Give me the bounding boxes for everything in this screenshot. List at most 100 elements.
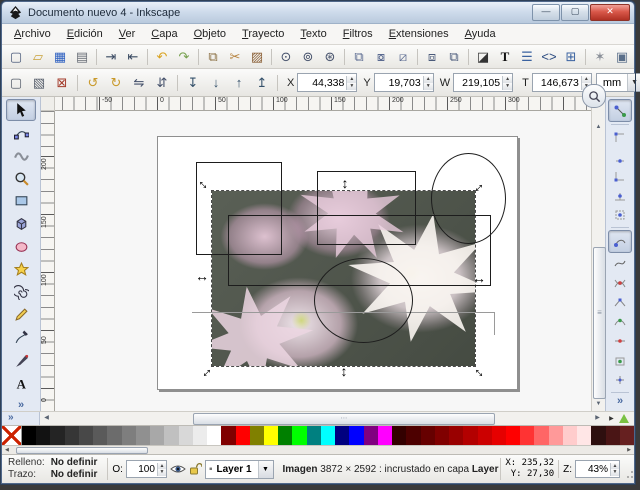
snap-bbox-corners-button[interactable] <box>608 166 632 186</box>
tool-rectangle[interactable] <box>6 190 36 212</box>
palette-swatch[interactable] <box>78 426 94 445</box>
tools-overflow-chevron[interactable]: » <box>18 399 24 411</box>
palette-swatch[interactable] <box>263 426 279 445</box>
layers-dialog-button[interactable]: ☰ <box>516 46 538 67</box>
horizontal-scrollbar[interactable]: ⋯ <box>53 412 591 425</box>
tool-tweak[interactable] <box>6 145 36 167</box>
layer-lock-icon[interactable] <box>189 462 202 476</box>
palette-scrollbar[interactable]: ◀ ▶ <box>2 445 634 454</box>
canvas[interactable]: ↔ ↕ ↔ ↔ ↔ ↔ ↕ ↔ <box>55 111 591 411</box>
tool-selector[interactable] <box>6 99 36 121</box>
palette-swatch[interactable] <box>278 426 293 445</box>
zoom-page-button[interactable]: ⊛ <box>319 46 341 67</box>
x-field[interactable]: 44,338 ▲ ▼ <box>297 73 358 92</box>
snap-bbox-centers-button[interactable] <box>608 205 632 225</box>
paste-button[interactable]: ▨ <box>246 46 268 67</box>
palette-swatch[interactable] <box>363 426 378 445</box>
snap-bbox-edges-button[interactable] <box>608 147 632 167</box>
palette-scroll-right-icon[interactable]: ▶ <box>609 415 614 422</box>
snap-bbox-button[interactable] <box>608 127 632 147</box>
palette-swatch[interactable] <box>406 426 421 445</box>
tool-calligraphy[interactable] <box>6 349 36 371</box>
tool-box-3d[interactable] <box>6 213 36 235</box>
tool-zoom[interactable] <box>6 167 36 189</box>
palette-swatch[interactable] <box>64 426 79 445</box>
snap-object-centers-button[interactable] <box>608 351 632 371</box>
guide-line-vertical[interactable] <box>494 312 495 335</box>
open-document-button[interactable]: ▱ <box>27 46 49 67</box>
zoom-selection-button[interactable]: ⊙ <box>275 46 297 67</box>
cut-button[interactable]: ✂ <box>224 46 246 67</box>
palette-swatch[interactable] <box>377 426 393 445</box>
palette-swatch[interactable] <box>320 426 336 445</box>
deselect-button[interactable]: ⊠ <box>51 72 73 93</box>
palette-swatch[interactable] <box>335 426 350 445</box>
scroll-right-arrow[interactable]: ▶ <box>591 412 604 425</box>
snap-smooth-nodes-button[interactable] <box>608 312 632 332</box>
drawn-ellipse[interactable] <box>431 153 506 244</box>
palette-swatch[interactable] <box>306 426 321 445</box>
lower-to-bottom-button[interactable]: ↧ <box>182 72 204 93</box>
zoom-corner-button[interactable] <box>582 84 606 108</box>
snap-path-intersections-button[interactable] <box>608 273 632 293</box>
palette-swatch[interactable] <box>392 426 407 445</box>
palette-swatch[interactable] <box>434 426 450 445</box>
export-button[interactable]: ⇤ <box>122 46 144 67</box>
palette-swatch[interactable] <box>178 426 193 445</box>
snap-line-midpoints-button[interactable] <box>608 331 632 351</box>
scroll-left-arrow[interactable]: ◀ <box>40 412 53 425</box>
width-field[interactable]: 219,105 ▲ ▼ <box>453 73 514 92</box>
fill-stroke-indicator[interactable]: Relleno: No definir Trazo: No definir <box>2 457 103 481</box>
snap-rotation-centers-button[interactable] <box>608 370 632 390</box>
rotate-ccw-button[interactable]: ↺ <box>82 72 104 93</box>
menu-edición[interactable]: Edición <box>59 26 111 42</box>
xml-editor-button[interactable]: <> <box>538 46 560 67</box>
group-button[interactable]: ⧈ <box>421 46 443 67</box>
menu-ver[interactable]: Ver <box>111 26 144 42</box>
palette-swatch[interactable] <box>562 426 578 445</box>
palette-scroll-left-arrow[interactable]: ◀ <box>5 446 9 454</box>
clone-button[interactable]: ⧇ <box>370 46 392 67</box>
palette-menu-icon[interactable] <box>618 414 629 423</box>
import-button[interactable]: ⇥ <box>100 46 122 67</box>
palette-swatch[interactable] <box>192 426 208 445</box>
menu-capa[interactable]: Capa <box>143 26 185 42</box>
horizontal-ruler[interactable]: -50 0 50 100 150 200 250 300 <box>55 97 591 111</box>
minimize-button[interactable]: — <box>532 4 560 21</box>
selection-handle-ns[interactable]: ↕ <box>337 364 351 378</box>
palette-swatch[interactable] <box>420 426 435 445</box>
tool-text[interactable]: A <box>6 372 36 394</box>
flip-vertical-button[interactable]: ⇵ <box>151 72 173 93</box>
palette-swatch[interactable] <box>577 426 592 445</box>
raise-to-top-button[interactable]: ↥ <box>251 72 273 93</box>
menu-ayuda[interactable]: Ayuda <box>457 26 504 42</box>
layer-selector[interactable]: ▪ Layer 1 ▼ <box>204 459 274 479</box>
lower-button[interactable]: ↓ <box>205 72 227 93</box>
palette-swatch[interactable] <box>207 426 222 445</box>
scroll-up-arrow[interactable]: ▲ <box>593 121 604 133</box>
palette-swatch[interactable] <box>235 426 250 445</box>
palette-swatch[interactable] <box>164 426 179 445</box>
snap-bbox-midpoints-button[interactable] <box>608 186 632 206</box>
tool-ellipse[interactable] <box>6 236 36 258</box>
palette-swatch[interactable] <box>619 426 635 445</box>
unlink-clone-button[interactable]: ⧄ <box>392 46 414 67</box>
zoom-drawing-button[interactable]: ⊚ <box>297 46 319 67</box>
palette-swatch[interactable] <box>477 426 492 445</box>
palette-swatch[interactable] <box>505 426 521 445</box>
horizontal-scroll-thumb[interactable]: ⋯ <box>193 413 495 425</box>
fill-stroke-dialog-button[interactable]: ◪ <box>472 46 494 67</box>
vertical-scrollbar[interactable]: ▲ ▼ <box>582 84 606 411</box>
menu-filtros[interactable]: Filtros <box>335 26 381 42</box>
tool-pencil[interactable] <box>6 304 36 326</box>
palette-swatch[interactable] <box>548 426 563 445</box>
align-dialog-button[interactable]: ⊞ <box>560 46 582 67</box>
scroll-down-arrow[interactable]: ▼ <box>593 398 604 410</box>
palette-swatch[interactable] <box>349 426 364 445</box>
selection-handle-ns[interactable]: ↕ <box>338 176 352 190</box>
palette-swatch[interactable] <box>591 426 606 445</box>
redo-button[interactable]: ↷ <box>173 46 195 67</box>
rotate-cw-button[interactable]: ↻ <box>105 72 127 93</box>
tool-bezier-pen[interactable] <box>6 327 36 349</box>
y-field[interactable]: 19,703 ▲ ▼ <box>373 73 434 92</box>
